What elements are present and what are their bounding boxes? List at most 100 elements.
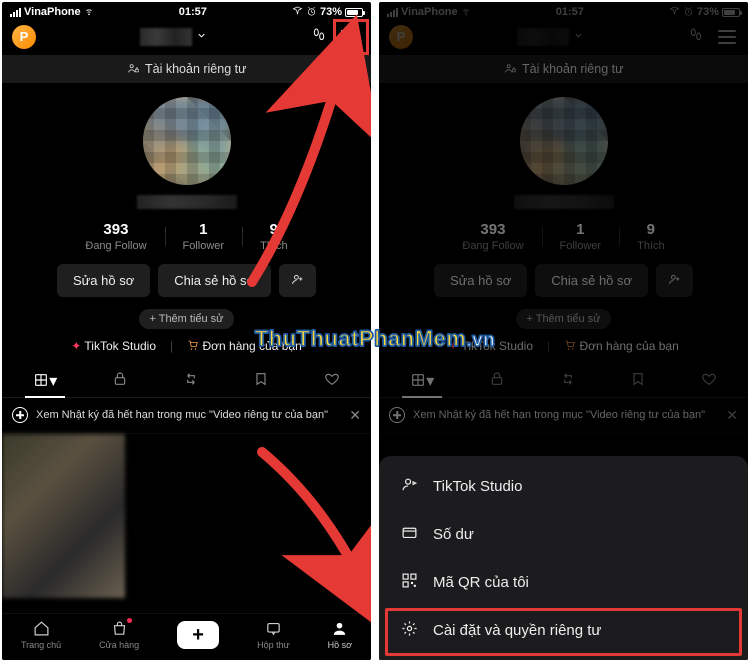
add-friends-button[interactable] [279,264,316,297]
username-title-blurred[interactable] [140,28,192,46]
stat-following[interactable]: 393Đang Follow [444,221,541,252]
cart-icon [187,339,202,353]
location-icon [669,6,680,19]
tab-grid[interactable]: ▾ [410,371,434,391]
circle-plus-icon [389,407,405,423]
chevron-down-icon[interactable] [573,30,584,43]
tab-repost[interactable] [560,371,576,391]
share-profile-button[interactable]: Chia sẻ hồ sơ [535,264,648,297]
stat-following[interactable]: 393 Đang Follow [67,221,164,252]
notice-close-button[interactable]: ✕ [349,407,361,424]
account-switch-avatar[interactable]: P [12,25,36,49]
sheet-item-studio[interactable]: TikTok Studio [379,462,748,510]
app-header: P [379,21,748,55]
profile-picture[interactable] [143,97,231,185]
nav-inbox[interactable]: Hộp thư [257,620,290,650]
private-account-label: Tài khoản riêng tư [145,62,246,76]
signal-icon [387,8,398,17]
add-bio-button[interactable]: + Thêm tiểu sử [139,309,233,329]
inbox-icon [265,620,282,638]
footprint-icon[interactable] [311,27,327,46]
wifi-icon [461,6,471,18]
stat-followers[interactable]: 1 Follower [165,221,243,252]
notice-close-button[interactable]: ✕ [726,407,738,424]
share-profile-button[interactable]: Chia sẻ hồ sơ [158,264,271,297]
alarm-icon [306,6,317,19]
location-icon [292,6,303,19]
video-grid [2,434,371,613]
private-account-banner[interactable]: Tài khoản riêng tư [2,55,371,83]
username-handle-blurred [514,195,614,209]
tiktok-studio-link[interactable]: ✦ TikTok Studio [71,339,156,353]
battery-pct: 73% [320,6,342,18]
profile-action-row: Sửa hồ sơ Chia sẻ hồ sơ [379,264,748,297]
nav-home[interactable]: Trang chủ [21,620,61,650]
cart-icon [564,339,576,353]
add-friends-button[interactable] [656,264,693,297]
profile-picture[interactable] [520,97,608,185]
app-header: P [2,21,371,55]
alarm-icon [683,6,694,19]
add-bio-button[interactable]: + Thêm tiểu sử [516,309,610,329]
username-title-blurred[interactable] [517,28,569,46]
profile-links-row: ✦ TikTok Studio | Đơn hàng của bạn [2,339,371,353]
person-lock-icon [504,62,517,76]
profile-stats: 393Đang Follow 1Follower 9Thích [379,221,748,252]
status-clock: 01:57 [179,6,207,18]
gear-icon [399,620,419,640]
circle-plus-icon [12,407,28,423]
studio-icon: ✦ [71,339,81,353]
tab-liked[interactable] [324,371,340,391]
sheet-item-qr[interactable]: Mã QR của tôi [379,558,748,606]
video-thumb[interactable] [2,434,125,598]
carrier-label: VinaPhone [401,6,458,18]
signal-icon [10,8,21,17]
sheet-item-settings[interactable]: Cài đặt và quyền riêng tư [379,606,748,654]
expired-story-notice[interactable]: Xem Nhật ký đã hết hạn trong mục "Video … [2,398,371,434]
nav-create[interactable]: + [177,621,219,649]
expired-story-notice[interactable]: Xem Nhật ký đã hết hạn trong mục "Video … [379,398,748,434]
edit-profile-button[interactable]: Sửa hồ sơ [434,264,527,297]
status-bar: VinaPhone 01:57 73% [379,2,748,21]
person-lock-icon [127,62,140,76]
nav-shop[interactable]: Cửa hàng [99,620,139,650]
chevron-down-icon[interactable] [196,30,207,43]
studio-icon: ✦ [448,339,458,353]
tab-grid[interactable]: ▾ [33,371,57,391]
profile-stats: 393 Đang Follow 1 Follower 9 Thích [2,221,371,252]
tab-repost[interactable] [183,371,199,391]
private-account-banner[interactable]: Tài khoản riêng tư [379,55,748,83]
wallet-icon [399,524,419,544]
profile-links-row: ✦ TikTok Studio | Đơn hàng của bạn [379,339,748,353]
your-orders-link[interactable]: Đơn hàng của bạn [187,339,302,353]
menu-button[interactable] [716,30,738,44]
footprint-icon[interactable] [688,27,704,46]
sheet-item-balance[interactable]: Số dư [379,510,748,558]
edit-profile-button[interactable]: Sửa hồ sơ [57,264,150,297]
your-orders-link[interactable]: Đơn hàng của bạn [564,339,679,353]
stat-likes[interactable]: 9Thích [619,221,683,252]
studio-icon [399,476,419,496]
account-switch-avatar[interactable]: P [389,25,413,49]
tab-private[interactable] [489,371,505,391]
stat-likes[interactable]: 9 Thích [242,221,306,252]
tab-private[interactable] [112,371,128,391]
tab-liked[interactable] [701,371,717,391]
menu-button[interactable] [339,30,361,44]
status-bar: VinaPhone 01:57 73% [2,2,371,21]
create-button[interactable]: + [177,621,219,649]
battery-icon [722,8,740,17]
tab-saved[interactable] [253,371,269,391]
tiktok-studio-link[interactable]: ✦ TikTok Studio [448,339,533,353]
nav-profile[interactable]: Hồ sơ [328,620,352,650]
profile-icon [331,620,348,638]
phone-right: VinaPhone 01:57 73% P [379,2,748,660]
home-icon [33,620,50,638]
profile-action-row: Sửa hồ sơ Chia sẻ hồ sơ [2,264,371,297]
notice-text: Xem Nhật ký đã hết hạn trong mục "Video … [36,408,341,422]
tab-saved[interactable] [630,371,646,391]
stat-followers[interactable]: 1Follower [542,221,620,252]
bottom-nav: Trang chủ Cửa hàng + Hộp thư Hồ sơ [2,613,371,660]
private-account-label: Tài khoản riêng tư [522,62,623,76]
profile-tabs: ▾ [379,363,748,398]
